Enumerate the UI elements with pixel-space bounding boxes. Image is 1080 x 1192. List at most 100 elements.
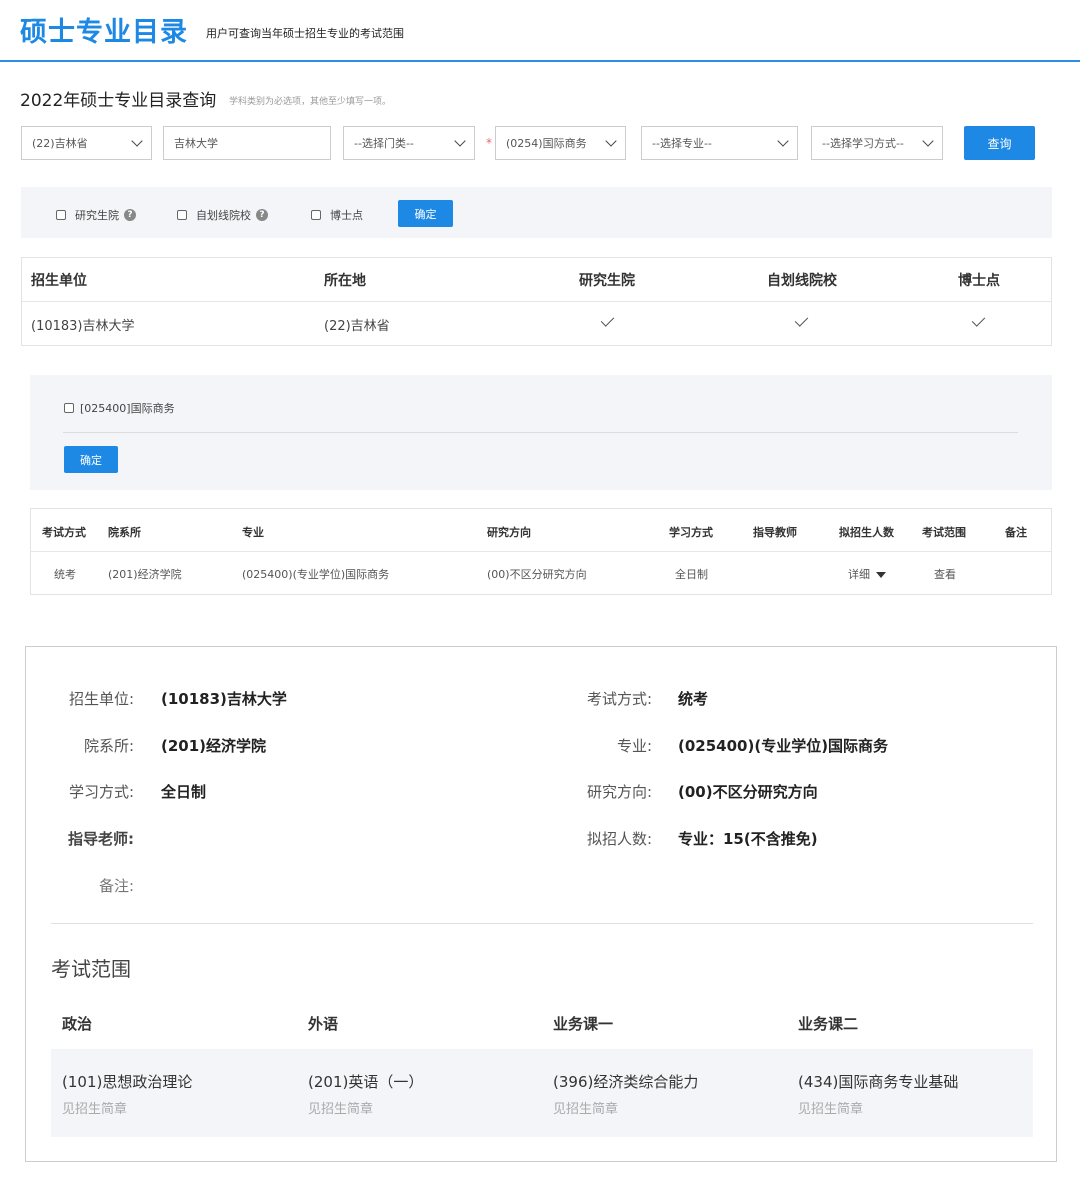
province-select[interactable]: (22)吉林省: [21, 126, 152, 160]
notes-label: 备注:: [46, 875, 134, 896]
quota-detail-link[interactable]: 详细: [848, 566, 886, 582]
check-icon: [972, 313, 985, 326]
quota-header: 拟招生人数: [839, 524, 894, 540]
divider: [51, 923, 1033, 924]
scope-subject-course-two: (434)国际商务专业基础: [798, 1071, 958, 1092]
category-select-value: --选择门类--: [354, 135, 414, 151]
unit-header: 招生单位: [31, 270, 87, 290]
page-subtitle: 用户可查询当年硕士招生专业的考试范围: [206, 25, 404, 41]
scope-header-politics: 政治: [62, 1013, 92, 1034]
major-option-label: [025400]国际商务: [80, 400, 175, 416]
direction-value: (00)不区分研究方向: [678, 781, 818, 802]
department-value: (201)经济学院: [161, 735, 266, 756]
school-input-value: 吉林大学: [174, 135, 218, 151]
study-mode-value: 全日制: [161, 781, 206, 802]
major-option-checkbox[interactable]: [025400]国际商务: [64, 400, 175, 416]
department-label: 院系所:: [46, 735, 134, 756]
exam-mode-value: 统考: [678, 688, 708, 709]
checkbox-icon[interactable]: [56, 210, 66, 220]
search-button[interactable]: 查询: [964, 126, 1035, 160]
major-confirm-button[interactable]: 确定: [64, 446, 118, 473]
graduate-school-header: 研究生院: [579, 270, 635, 290]
query-title: 2022年硕士专业目录查询: [20, 86, 216, 111]
discipline-select-value: (0254)国际商务: [506, 135, 587, 151]
scope-title: 考试范围: [51, 953, 131, 982]
check-icon: [795, 313, 808, 326]
exam-mode-label: 考试方式:: [562, 688, 652, 709]
quota-value: 专业：15(不含推免): [678, 828, 818, 849]
divider: [22, 301, 1051, 302]
unit-cell[interactable]: (10183)吉林大学: [31, 315, 135, 334]
query-hint: 学科类别为必选项，其他至少填写一项。: [229, 94, 391, 107]
checkbox-icon[interactable]: [311, 210, 321, 220]
department-header: 院系所: [108, 524, 141, 540]
unit-table: 招生单位 所在地 研究生院 自划线院校 博士点 (10183)吉林大学 (22)…: [21, 257, 1052, 346]
scope-row: (101)思想政治理论 见招生简章 (201)英语（一） 见招生简章 (396)…: [51, 1049, 1033, 1137]
exam-mode-header: 考试方式: [42, 524, 86, 540]
discipline-select[interactable]: (0254)国际商务: [495, 126, 626, 160]
chevron-down-icon: [922, 135, 933, 146]
caret-down-icon: [876, 572, 886, 578]
scope-note-course-one: 见招生简章: [553, 1098, 618, 1117]
unit-label: 招生单位:: [46, 688, 134, 709]
checkbox-icon[interactable]: [64, 403, 74, 413]
direction-label: 研究方向:: [562, 781, 652, 802]
department-cell: (201)经济学院: [108, 566, 182, 582]
advisor-header: 指导教师: [753, 524, 797, 540]
category-select[interactable]: --选择门类--: [343, 126, 475, 160]
chevron-down-icon: [605, 135, 616, 146]
filter-bar: 研究生院 ? 自划线院校 ? 博士点 确定: [21, 187, 1052, 238]
self-line-label: 自划线院校: [196, 207, 251, 223]
scope-subject-course-one: (396)经济类综合能力: [553, 1071, 698, 1092]
scope-header-language: 外语: [308, 1013, 338, 1034]
scope-header-course-one: 业务课一: [553, 1013, 613, 1034]
major-header: 专业: [242, 524, 264, 540]
scope-subject-language: (201)英语（一）: [308, 1071, 423, 1092]
advisor-label: 指导老师:: [46, 828, 134, 849]
help-icon[interactable]: ?: [124, 209, 136, 221]
self-line-header: 自划线院校: [767, 270, 837, 290]
study-mode-select[interactable]: --选择学习方式--: [811, 126, 943, 160]
scope-note-politics: 见招生简章: [62, 1098, 127, 1117]
detail-table: 考试方式 院系所 专业 研究方向 学习方式 指导教师 拟招生人数 考试范围 备注…: [30, 508, 1052, 595]
major-label: 专业:: [562, 735, 652, 756]
chevron-down-icon: [454, 135, 465, 146]
check-icon: [601, 313, 614, 326]
detail-panel: 招生单位: (10183)吉林大学 考试方式: 统考 院系所: (201)经济学…: [25, 646, 1057, 1162]
direction-header: 研究方向: [487, 524, 531, 540]
notes-header: 备注: [1005, 524, 1027, 540]
direction-cell: (00)不区分研究方向: [487, 566, 587, 582]
required-mark: *: [486, 136, 492, 150]
chevron-down-icon: [131, 135, 142, 146]
scope-note-course-two: 见招生简章: [798, 1098, 863, 1117]
divider: [63, 432, 1018, 433]
scope-header-course-two: 业务课二: [798, 1013, 858, 1034]
major-select[interactable]: --选择专业--: [641, 126, 798, 160]
checkbox-icon[interactable]: [177, 210, 187, 220]
doctoral-header: 博士点: [958, 270, 1000, 290]
study-mode-header: 学习方式: [669, 524, 713, 540]
study-mode-cell: 全日制: [675, 566, 708, 582]
graduate-school-label: 研究生院: [75, 207, 119, 223]
chevron-down-icon: [777, 135, 788, 146]
quota-detail-label: 详细: [848, 568, 870, 581]
study-mode-label: 学习方式:: [46, 781, 134, 802]
school-input[interactable]: 吉林大学: [163, 126, 331, 160]
page-title: 硕士专业目录: [20, 10, 188, 49]
graduate-school-checkbox[interactable]: 研究生院 ?: [56, 207, 136, 223]
page-header: 硕士专业目录 用户可查询当年硕士招生专业的考试范围: [0, 0, 1080, 62]
location-cell: (22)吉林省: [324, 315, 390, 334]
major-cell: (025400)(专业学位)国际商务: [242, 566, 389, 582]
self-line-checkbox[interactable]: 自划线院校 ?: [177, 207, 268, 223]
scope-view-link[interactable]: 查看: [934, 566, 956, 582]
doctoral-checkbox[interactable]: 博士点: [311, 207, 363, 223]
study-mode-select-value: --选择学习方式--: [822, 135, 904, 151]
major-value: (025400)(专业学位)国际商务: [678, 735, 888, 756]
scope-header: 考试范围: [922, 524, 966, 540]
exam-mode-cell: 统考: [54, 566, 76, 582]
filter-confirm-button[interactable]: 确定: [398, 200, 453, 227]
unit-value: (10183)吉林大学: [161, 688, 287, 709]
scope-note-language: 见招生简章: [308, 1098, 373, 1117]
province-select-value: (22)吉林省: [32, 135, 88, 151]
help-icon[interactable]: ?: [256, 209, 268, 221]
